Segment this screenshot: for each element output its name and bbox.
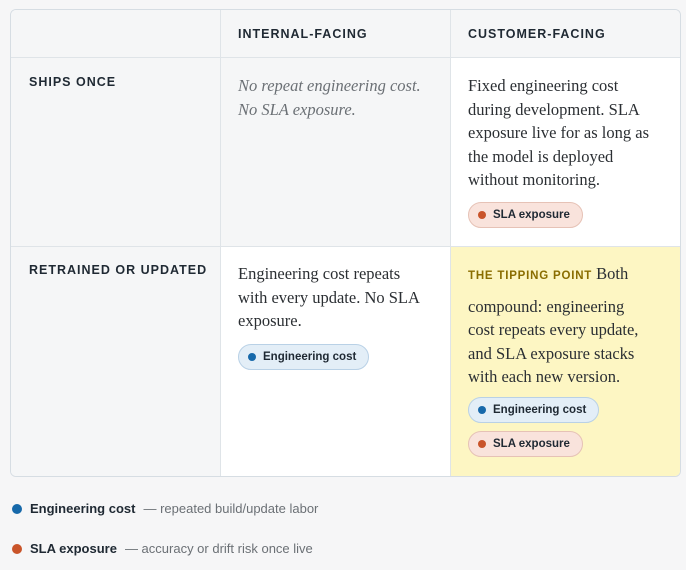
legend-item-sla: SLA exposure — accuracy or drift risk on… (12, 541, 313, 556)
sla-exposure-tag: SLA exposure (468, 431, 583, 457)
cell-tipping-point: THE TIPPING POINT Both compound: engineer… (450, 246, 680, 476)
text-line: No SLA exposure. (238, 99, 356, 119)
engineering-cost-tag: Engineering cost (238, 344, 370, 370)
text-line: compound: engineering (468, 296, 625, 316)
text-line: Fixed engineering cost (468, 76, 619, 95)
legend-name: Engineering cost (30, 501, 136, 516)
risk-matrix: INTERNAL-FACING CUSTOMER-FACING SHIPS ON… (10, 9, 681, 477)
text-line: with every update. No SLA (238, 287, 420, 307)
text-line: without monitoring. (468, 170, 600, 189)
legend-description: — accuracy or drift risk once live (124, 541, 313, 556)
tag-label: SLA exposure (493, 438, 570, 450)
row-header-retrained: RETRAINED OR UPDATED (11, 246, 220, 476)
cell-ships-once-customer-text: Fixed engineering cost during developmen… (468, 74, 649, 192)
text-line: the model is deployed (468, 146, 614, 166)
cell-retrained-internal-text: Engineering cost repeats with every upda… (238, 262, 420, 333)
cell-retrained-internal: Engineering cost repeats with every upda… (220, 246, 450, 476)
legend-item-engineering: Engineering cost — repeated build/update… (12, 501, 318, 516)
row-header-ships-once-label: SHIPS ONCE (29, 75, 117, 89)
column-header-customer-label: CUSTOMER-FACING (468, 27, 606, 41)
grid-divider (450, 10, 451, 476)
text-line: exposure live for as long as (468, 123, 649, 142)
column-header-internal: INTERNAL-FACING (220, 10, 450, 58)
cell-ships-once-internal-text: No repeat engineering cost. No SLA expos… (238, 74, 421, 121)
text-line: during development. SLA (468, 99, 640, 119)
tag-label: Engineering cost (493, 404, 587, 416)
sla-dot-icon (478, 211, 486, 219)
text-line: No repeat engineering cost. (238, 76, 421, 95)
text-line: THE TIPPING POINT Both (468, 262, 638, 289)
engineering-legend-dot-icon (12, 503, 22, 514)
grid-divider (220, 10, 221, 476)
text-line: exposure. (238, 311, 302, 330)
column-header-customer: CUSTOMER-FACING (450, 10, 680, 58)
row-header-ships-once: SHIPS ONCE (11, 58, 220, 246)
engineering-dot-icon (478, 406, 486, 414)
tag-label: SLA exposure (493, 209, 570, 221)
tipping-point-label: THE TIPPING POINT (468, 270, 593, 282)
legend-name: SLA exposure (30, 541, 117, 556)
text-line: cost repeats every update, (468, 320, 639, 339)
sla-exposure-tag: SLA exposure (468, 202, 583, 228)
cell-ships-once-customer: Fixed engineering cost during developmen… (450, 58, 680, 246)
row-header-retrained-label: RETRAINED OR UPDATED (29, 263, 208, 277)
text-line: Engineering cost repeats (238, 264, 401, 283)
legend-description: — repeated build/update labor (143, 501, 319, 516)
sla-dot-icon (478, 440, 486, 448)
matrix-corner-cell (11, 10, 220, 58)
text-fragment: Both (596, 264, 629, 283)
column-header-internal-label: INTERNAL-FACING (238, 27, 368, 41)
text-line: and SLA exposure stacks (468, 343, 635, 363)
grid-divider (11, 246, 680, 247)
sla-legend-dot-icon (12, 543, 22, 554)
cell-ships-once-internal: No repeat engineering cost. No SLA expos… (220, 58, 450, 246)
engineering-dot-icon (248, 353, 256, 361)
cell-tipping-point-text: THE TIPPING POINT Both compound: engineer… (468, 262, 638, 389)
engineering-cost-tag: Engineering cost (468, 397, 600, 423)
text-line: with each new version. (468, 367, 621, 386)
tag-label: Engineering cost (263, 351, 357, 363)
